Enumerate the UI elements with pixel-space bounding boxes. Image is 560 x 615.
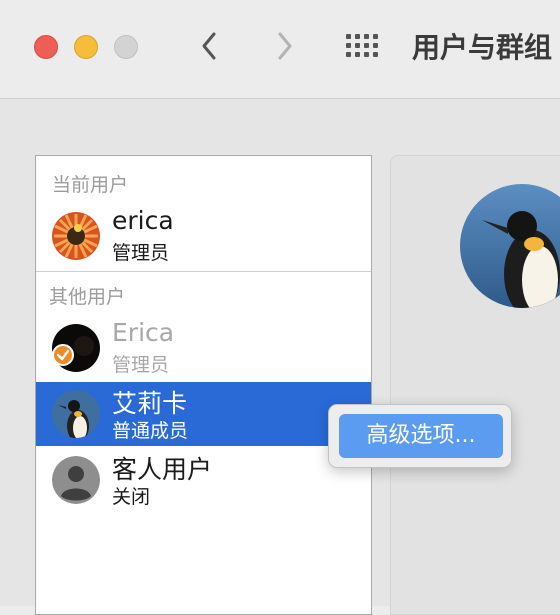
user-list[interactable]: 当前用户 erica 管理员 其他用户 Erica 管理员 艾莉卡 普通成员 客…: [35, 155, 372, 615]
advanced-options-menu-item[interactable]: 高级选项...: [339, 414, 503, 458]
chevron-right-icon: [278, 32, 292, 60]
user-row-erica[interactable]: Erica 管理员: [36, 316, 371, 380]
user-name: 艾莉卡: [112, 389, 188, 418]
user-name: Erica: [112, 318, 175, 347]
divider: [36, 271, 371, 272]
chevron-left-icon: [202, 32, 216, 60]
user-role: 关闭: [112, 486, 151, 508]
context-menu: 高级选项...: [328, 404, 512, 468]
user-role: 普通成员: [112, 420, 189, 442]
back-button[interactable]: [196, 28, 224, 64]
forward-button[interactable]: [270, 28, 298, 64]
other-users-header: 其他用户: [49, 286, 126, 308]
user-name: 客人用户: [112, 455, 213, 484]
user-name: erica: [112, 206, 174, 235]
current-users-header: 当前用户: [52, 174, 129, 196]
grid-icon: [346, 34, 378, 57]
titlebar: 用户与群组: [0, 0, 560, 99]
show-all-button[interactable]: [345, 32, 383, 60]
user-row-guest[interactable]: 客人用户 关闭: [36, 448, 371, 512]
penguin-avatar: [52, 390, 100, 438]
user-row-selected[interactable]: 艾莉卡 普通成员: [36, 382, 371, 446]
check-icon: [52, 344, 74, 366]
window-title: 用户与群组: [412, 31, 553, 64]
preferences-window: 用户与群组 当前用户 erica 管理员 其他用户 Erica 管理员 艾莉卡 …: [0, 0, 560, 615]
user-row-current[interactable]: erica 管理员: [36, 204, 371, 268]
person-avatar: [52, 456, 100, 504]
user-role: 管理员: [112, 354, 170, 376]
close-button[interactable]: [34, 35, 58, 59]
user-role: 管理员: [112, 242, 170, 264]
minimize-button[interactable]: [74, 35, 98, 59]
zoom-button[interactable]: [114, 35, 138, 59]
flower-avatar: [52, 212, 100, 260]
